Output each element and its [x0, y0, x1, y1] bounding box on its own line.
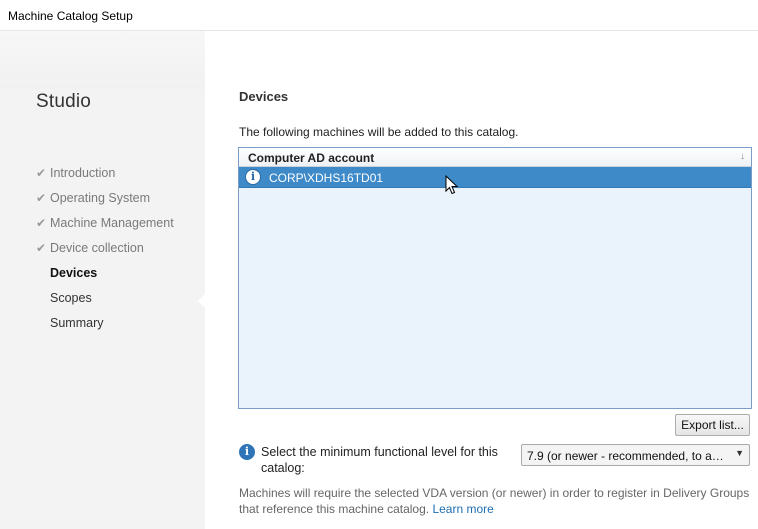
step-label: Device collection: [50, 241, 144, 255]
sidebar-header-band: [0, 31, 205, 89]
step-machine-management: ✔ Machine Management: [36, 216, 201, 241]
check-icon: ✔: [36, 241, 47, 255]
step-scopes: Scopes: [36, 291, 201, 316]
list-item[interactable]: i CORP\XDHS16TD01: [239, 167, 751, 188]
sidebar: Studio ✔ Introduction ✔ Operating System…: [0, 31, 206, 529]
functional-level-label: Select the minimum functional level for …: [261, 445, 498, 475]
step-summary: Summary: [36, 316, 201, 341]
sort-arrow-icon[interactable]: ↓: [740, 151, 745, 162]
functional-level-dropdown[interactable]: 7.9 (or newer - recommended, to acc... ▼: [521, 444, 750, 466]
check-icon: ✔: [36, 166, 47, 180]
mouse-cursor-icon: [445, 175, 459, 195]
info-icon: i: [239, 444, 255, 460]
computer-account: CORP\XDHS16TD01: [269, 171, 384, 185]
vda-footnote: Machines will require the selected VDA v…: [239, 485, 754, 517]
step-label: Operating System: [50, 191, 151, 205]
functional-level-value: 7.9 (or newer - recommended, to acc...: [527, 449, 727, 463]
step-label: Devices: [50, 266, 98, 280]
step-operating-system: ✔ Operating System: [36, 191, 201, 216]
step-devices: Devices: [36, 266, 201, 291]
check-icon: ✔: [36, 191, 47, 205]
machines-list[interactable]: Computer AD account ↓ i CORP\XDHS16TD01: [238, 147, 752, 409]
step-label: Introduction: [50, 166, 116, 180]
export-list-button[interactable]: Export list...: [675, 414, 750, 436]
step-device-collection: ✔ Device collection: [36, 241, 201, 266]
learn-more-link[interactable]: Learn more: [432, 502, 493, 516]
title-bar: Machine Catalog Setup: [0, 0, 758, 31]
list-header[interactable]: Computer AD account ↓: [239, 148, 751, 167]
main-panel: Devices The following machines will be a…: [205, 31, 758, 529]
page-title: Devices: [239, 89, 289, 104]
page-description: The following machines will be added to …: [239, 125, 519, 139]
info-icon: i: [245, 169, 261, 185]
step-introduction: ✔ Introduction: [36, 166, 201, 191]
wizard-steps: ✔ Introduction ✔ Operating System ✔ Mach…: [36, 166, 201, 341]
chevron-down-icon: ▼: [735, 448, 744, 458]
step-label: Summary: [50, 316, 104, 330]
footnote-text: Machines will require the selected VDA v…: [239, 486, 750, 516]
step-label: Scopes: [50, 291, 92, 305]
check-icon: ✔: [36, 216, 47, 230]
step-label: Machine Management: [50, 216, 174, 230]
column-header-computer-ad-account[interactable]: Computer AD account: [248, 151, 374, 165]
app-name: Studio: [36, 91, 92, 112]
window-title: Machine Catalog Setup: [8, 9, 133, 23]
